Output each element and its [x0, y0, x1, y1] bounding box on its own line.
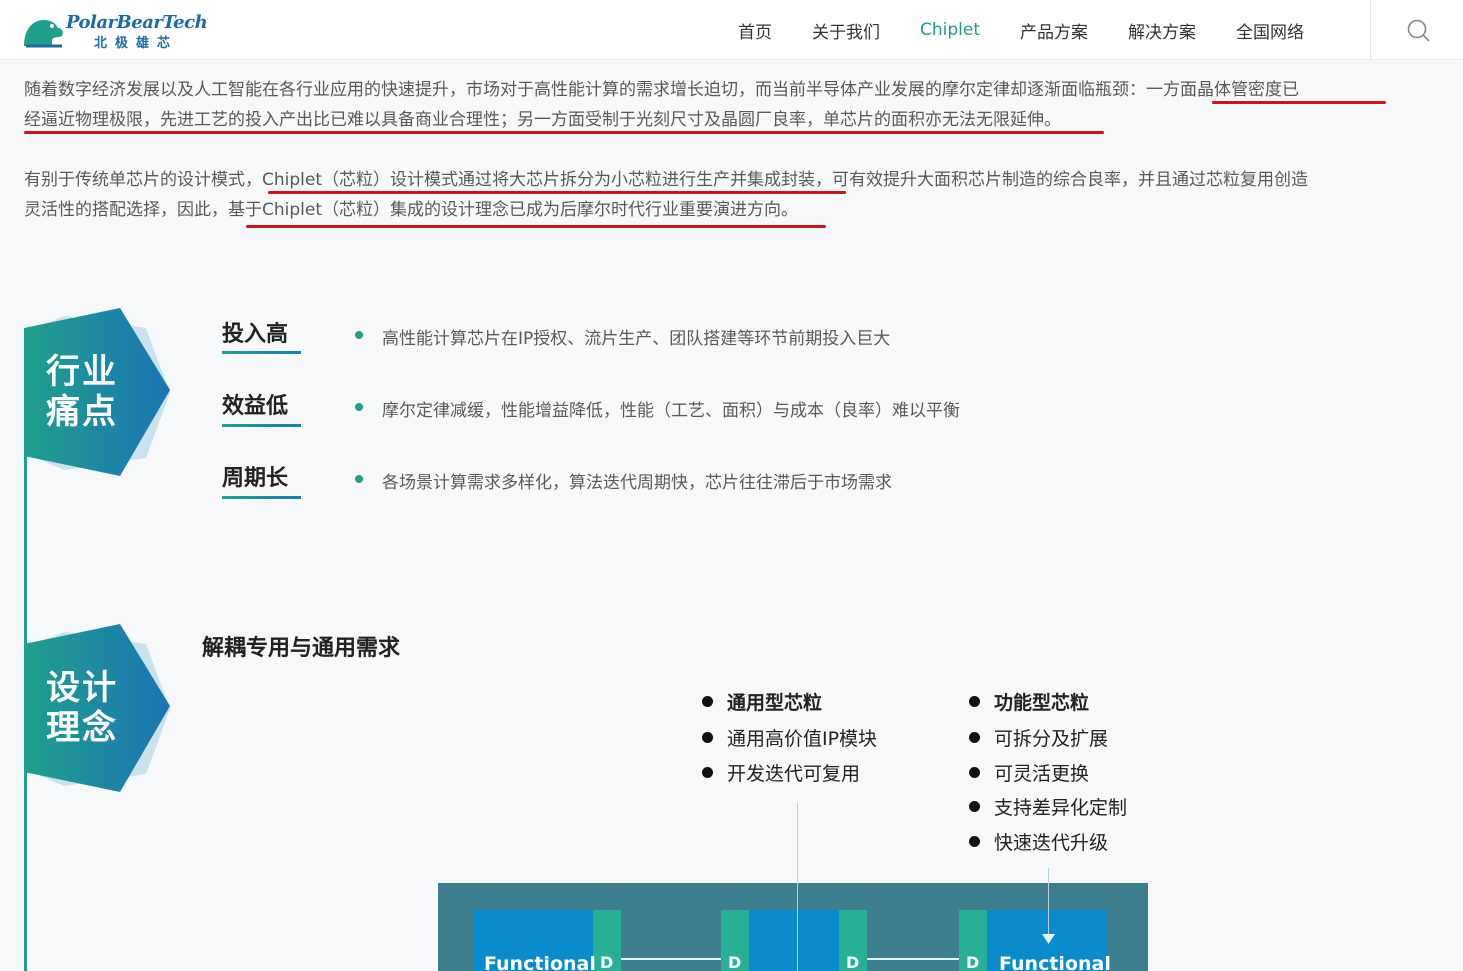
highlight-underline — [246, 225, 826, 228]
diagram-d-label: D — [600, 953, 614, 971]
highlight-underline — [268, 191, 846, 194]
bullet-dot-icon — [969, 732, 980, 743]
main-nav: 首页 关于我们 Chiplet 产品方案 解决方案 全国网络 — [718, 0, 1324, 60]
pain-desc-1: 高性能计算芯片在IP授权、流片生产、团队搭建等环节前期投入巨大 — [382, 329, 891, 349]
pain-title-3: 周期长 — [222, 466, 289, 491]
search-button[interactable] — [1405, 17, 1433, 45]
badge-line2: 理念 — [46, 708, 118, 748]
site-header: PolarBearTech 北极雄芯 首页 关于我们 Chiplet 产品方案 … — [0, 0, 1463, 60]
highlight-underline — [1212, 101, 1386, 104]
bullet-dot-icon — [969, 696, 980, 707]
pain-points-badge: 行业 痛点 — [24, 308, 174, 478]
design-title: 解耦专用与通用需求 — [202, 636, 401, 661]
chiplet-diagram: Functional Functional D D D D — [438, 883, 1148, 971]
bullet-dot-icon — [355, 331, 363, 339]
bullet-dot-icon — [355, 475, 363, 483]
pain-title-2: 效益低 — [222, 394, 289, 419]
bullet-dot-icon — [702, 732, 713, 743]
highlight-underline — [24, 131, 1104, 134]
nav-solutions[interactable]: 解决方案 — [1128, 18, 1196, 43]
bullet-dot-icon — [969, 801, 980, 812]
nav-about[interactable]: 关于我们 — [812, 18, 880, 43]
bullet-dot-icon — [355, 403, 363, 411]
diagram-d-label: D — [966, 953, 980, 971]
diagram-d-label: D — [728, 953, 742, 971]
nav-products[interactable]: 产品方案 — [1020, 18, 1088, 43]
nav-chiplet[interactable]: Chiplet — [920, 20, 980, 40]
nav-network[interactable]: 全国网络 — [1236, 18, 1304, 43]
intro-p1-line1: 随着数字经济发展以及人工智能在各行业应用的快速提升，市场对于高性能计算的需求增长… — [24, 80, 1299, 100]
badge-line2: 痛点 — [46, 392, 118, 432]
pain-title-underline — [222, 351, 301, 354]
bullet-dot-icon — [702, 767, 713, 778]
badge-line1: 行业 — [46, 352, 118, 392]
badge-line1: 设计 — [46, 668, 118, 708]
diagram-label-functional-right: Functional — [999, 953, 1111, 971]
arrow-down-icon — [1042, 934, 1055, 944]
pain-title-1: 投入高 — [222, 322, 289, 347]
connector-line — [1048, 868, 1049, 940]
bullet-dot-icon — [702, 696, 713, 707]
connector-line — [797, 803, 798, 971]
intro-paragraph-1: 随着数字经济发展以及人工智能在各行业应用的快速提升，市场对于高性能计算的需求增长… — [24, 75, 1404, 135]
polar-bear-logo-icon — [24, 20, 63, 48]
diagram-d-label: D — [846, 953, 860, 971]
diagram-label-functional-left: Functional — [484, 953, 596, 971]
pain-title-underline — [222, 496, 301, 499]
logo-name: PolarBearTech — [66, 12, 208, 33]
pain-title-underline — [222, 424, 301, 427]
intro-paragraph-2: 有别于传统单芯片的设计模式，Chiplet（芯粒）设计模式通过将大芯片拆分为小芯… — [24, 165, 1404, 225]
search-icon — [1407, 19, 1430, 42]
pain-desc-3: 各场景计算需求多样化，算法迭代周期快，芯片往往滞后于市场需求 — [382, 473, 892, 493]
nav-divider — [1370, 0, 1371, 60]
intro-p2-line2: 灵活性的搭配选择，因此，基于Chiplet（芯粒）集成的设计理念已成为后摩尔时代… — [24, 200, 799, 220]
logo[interactable]: PolarBearTech 北极雄芯 — [22, 10, 222, 52]
bullet-dot-icon — [969, 836, 980, 847]
design-badge: 设计 理念 — [24, 624, 174, 794]
bullet-dot-icon — [969, 767, 980, 778]
nav-home[interactable]: 首页 — [738, 18, 772, 43]
pain-desc-2: 摩尔定律减缓，性能增益降低，性能（工艺、面积）与成本（良率）难以平衡 — [382, 401, 960, 421]
logo-cn-name: 北极雄芯 — [94, 36, 179, 51]
